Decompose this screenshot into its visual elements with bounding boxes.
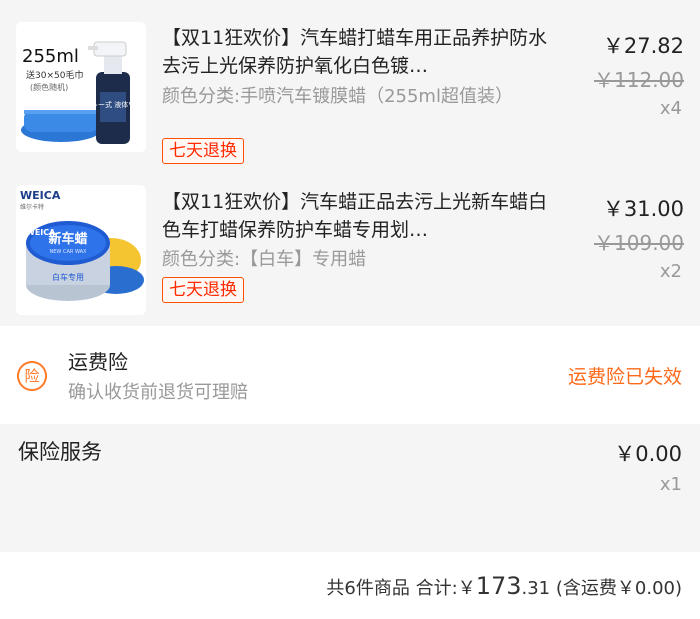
car-wax-product-image: WEICA 维尔卡特 新车蜡 NEW CAR WAX 白车专用 WEICA <box>16 185 146 315</box>
product-quantity: x4 <box>659 98 682 119</box>
brand-logo: WEICA <box>20 189 61 202</box>
volume-label: 255ml <box>22 46 79 67</box>
product-spec: 颜色分类:【白车】专用蜡 <box>162 249 367 270</box>
shipping-included: (含运费￥0.00) <box>555 578 682 599</box>
product-thumbnail[interactable]: スプレー式 液体ワクス 255ml 送30×50毛巾 (颜色随机) <box>16 22 146 152</box>
bottle-label: スプレー式 液体ワクス <box>77 100 146 109</box>
order-item-2[interactable]: WEICA 维尔卡特 新车蜡 NEW CAR WAX 白车专用 WEICA 【双… <box>0 165 700 326</box>
service-title: 保险服务 <box>18 440 102 464</box>
item-count: 共6件商品 <box>326 578 410 599</box>
order-summary: 共6件商品 合计:￥173.31 (含运费￥0.00) <box>0 552 700 619</box>
product-title[interactable]: 【双11狂欢价】汽车蜡正品去污上光新车蜡白色车打蜡保养防护车蜡专用划… <box>162 188 552 244</box>
insurance-service-row[interactable]: 保险服务 ￥0.00 x1 <box>0 424 700 552</box>
total-decimal: .31 <box>521 578 551 599</box>
total-currency: ￥ <box>457 578 476 599</box>
insurance-status: 运费险已失效 <box>567 366 682 388</box>
service-quantity: x1 <box>659 474 682 495</box>
insurance-subtitle: 确认收货前退货可理赔 <box>68 382 248 403</box>
seven-day-return-badge: 七天退换 <box>162 277 244 303</box>
product-thumbnail[interactable]: WEICA 维尔卡特 新车蜡 NEW CAR WAX 白车专用 WEICA <box>16 185 146 315</box>
brand-sub: 维尔卡特 <box>20 203 44 211</box>
product-price: ￥31.00 <box>602 197 684 221</box>
gift-note: 送30×50毛巾 <box>26 69 83 81</box>
product-quantity: x2 <box>659 261 682 282</box>
color-note: (颜色随机) <box>30 82 68 92</box>
product-original-price: ￥112.00 <box>594 68 684 92</box>
product-spec: 颜色分类:手喷汽车镀膜蜡（255ml超值装） <box>162 86 513 107</box>
can-label: 白车专用 <box>52 272 84 282</box>
product-price: ￥27.82 <box>602 34 684 58</box>
insurance-icon: 险 <box>17 361 47 391</box>
summary-line: 共6件商品 合计:￥173.31 (含运费￥0.00) <box>326 572 682 600</box>
product-title[interactable]: 【双11狂欢价】汽车蜡打蜡车用正品养护防水去污上光保养防护氧化白色镀… <box>162 24 552 80</box>
shipping-insurance-row[interactable]: 险 运费险 确认收货前退货可理赔 运费险已失效 <box>0 326 700 424</box>
product-original-price: ￥109.00 <box>594 231 684 255</box>
total-label: 合计: <box>415 578 458 599</box>
seven-day-return-badge: 七天退换 <box>162 138 244 164</box>
can-brand: WEICA <box>26 228 56 237</box>
order-item-1[interactable]: スプレー式 液体ワクス 255ml 送30×50毛巾 (颜色随机) 【双11狂欢… <box>0 0 700 165</box>
service-price: ￥0.00 <box>614 442 682 466</box>
insurance-title: 运费险 <box>68 350 128 374</box>
total-integer: 173 <box>475 572 522 600</box>
can-sub: NEW CAR WAX <box>50 249 87 255</box>
spray-wax-product-image: スプレー式 液体ワクス 255ml 送30×50毛巾 (颜色随机) <box>16 22 146 152</box>
